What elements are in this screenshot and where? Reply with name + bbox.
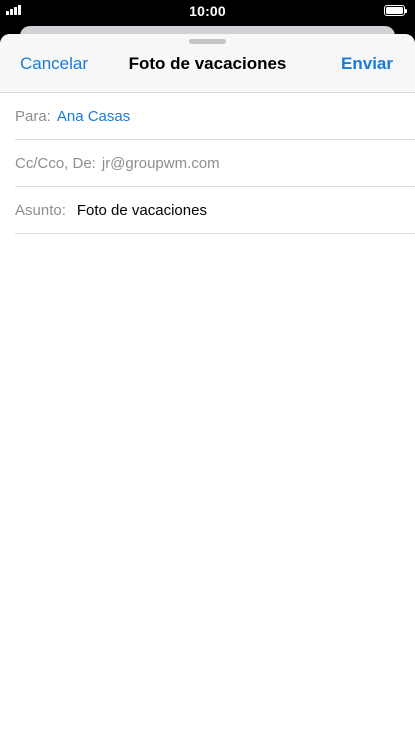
to-recipient-token[interactable]: Ana Casas [57, 108, 130, 125]
cancel-button[interactable]: Cancelar [20, 54, 88, 74]
compose-nav-bar: Cancelar Foto de vacaciones Enviar [0, 34, 415, 93]
status-time: 10:00 [189, 3, 226, 19]
subject-label: Asunto: [15, 201, 66, 219]
subject-field[interactable]: Asunto: Foto de vacaciones [15, 187, 415, 234]
compose-sheet: Cancelar Foto de vacaciones Enviar Para:… [0, 34, 415, 738]
subject-input[interactable]: Foto de vacaciones [77, 202, 207, 219]
to-label: Para: [15, 107, 51, 125]
status-bar: 10:00 [0, 0, 415, 22]
screen: 10:00 Cancelar Foto de vacaciones Enviar… [0, 0, 415, 738]
sheet-grabber-handle[interactable] [189, 39, 226, 44]
battery-full-icon [384, 5, 407, 16]
cc-bcc-from-label: Cc/Cco, De: [15, 154, 96, 172]
to-field[interactable]: Para: Ana Casas [15, 93, 415, 140]
message-body[interactable] [0, 234, 415, 734]
send-button[interactable]: Enviar [341, 54, 393, 74]
cc-bcc-from-field[interactable]: Cc/Cco, De: jr@groupwm.com [15, 140, 415, 187]
from-address[interactable]: jr@groupwm.com [102, 155, 220, 172]
